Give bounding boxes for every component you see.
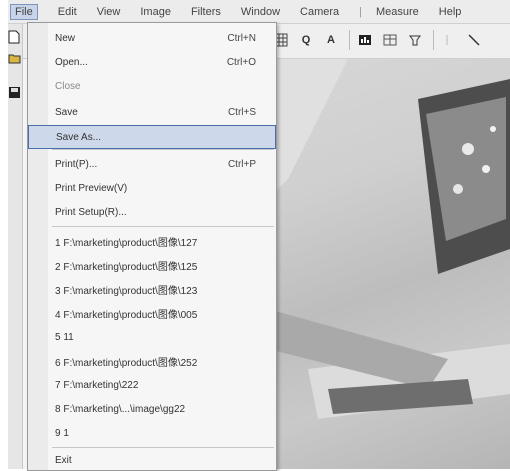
menu-item-recent-3[interactable]: 3 F:\marketing\product\图像\123 (28, 278, 276, 300)
histogram-icon[interactable] (354, 29, 376, 51)
menu-edit[interactable]: Edit (58, 6, 77, 18)
menu-item-recent-5[interactable]: 5 11 (28, 326, 276, 348)
menu-item-print-preview[interactable]: Print Preview(V) (28, 177, 276, 199)
zoom-icon[interactable]: Q (295, 29, 317, 51)
new-document-icon[interactable] (8, 30, 22, 44)
pointer-icon[interactable] (438, 29, 460, 51)
menu-measure[interactable]: Measure (376, 6, 419, 18)
application-window: File Edit View Image Filters Window Came… (8, 0, 510, 471)
left-toolbar (8, 24, 23, 469)
menu-item-close[interactable]: Close (28, 75, 276, 97)
measure-icon[interactable] (404, 29, 426, 51)
toolbar-group-view: Q A (270, 28, 488, 52)
menu-separator (52, 447, 274, 448)
line-tool-icon[interactable] (463, 29, 485, 51)
menu-item-print[interactable]: Print(P)... Ctrl+P (28, 153, 276, 175)
menu-bar: File Edit View Image Filters Window Came… (8, 0, 510, 24)
menu-item-recent-4[interactable]: 4 F:\marketing\product\图像\005 (28, 302, 276, 324)
save-disk-icon[interactable] (8, 86, 22, 100)
menu-item-save-as[interactable]: Save As... (28, 125, 276, 149)
image-canvas[interactable] (268, 59, 510, 469)
toolbar-separator (433, 30, 434, 50)
menu-item-recent-8[interactable]: 8 F:\marketing\...\image\gg22 (28, 398, 276, 420)
menu-camera[interactable]: Camera (300, 6, 339, 18)
table-icon[interactable] (379, 29, 401, 51)
menu-item-recent-6[interactable]: 6 F:\marketing\product\图像\252 (28, 350, 276, 372)
text-tool-icon[interactable]: A (320, 29, 342, 51)
menu-item-recent-1[interactable]: 1 F:\marketing\product\图像\127 (28, 230, 276, 252)
menu-separator (52, 149, 274, 150)
menu-item-recent-2[interactable]: 2 F:\marketing\product\图像\125 (28, 254, 276, 276)
menu-view[interactable]: View (97, 6, 121, 18)
open-folder-icon[interactable] (8, 52, 22, 66)
menu-item-open[interactable]: Open... Ctrl+O (28, 51, 276, 73)
menu-item-print-setup[interactable]: Print Setup(R)... (28, 201, 276, 223)
menu-separator (52, 226, 274, 227)
file-menu-dropdown: New Ctrl+N Open... Ctrl+O Close Save Ctr… (27, 22, 277, 471)
menubar-separator: | (359, 5, 362, 18)
menu-item-recent-9[interactable]: 9 1 (28, 422, 276, 444)
toolbar-separator (349, 30, 350, 50)
menu-help[interactable]: Help (439, 6, 462, 18)
menu-item-new[interactable]: New Ctrl+N (28, 27, 276, 49)
menu-file[interactable]: File (10, 3, 38, 20)
menu-item-save[interactable]: Save Ctrl+S (28, 101, 276, 123)
menu-item-recent-7[interactable]: 7 F:\marketing\222 (28, 374, 276, 396)
menu-window[interactable]: Window (241, 6, 280, 18)
menu-item-exit[interactable]: Exit (28, 449, 276, 471)
menu-filters[interactable]: Filters (191, 6, 221, 18)
menu-image[interactable]: Image (140, 6, 171, 18)
